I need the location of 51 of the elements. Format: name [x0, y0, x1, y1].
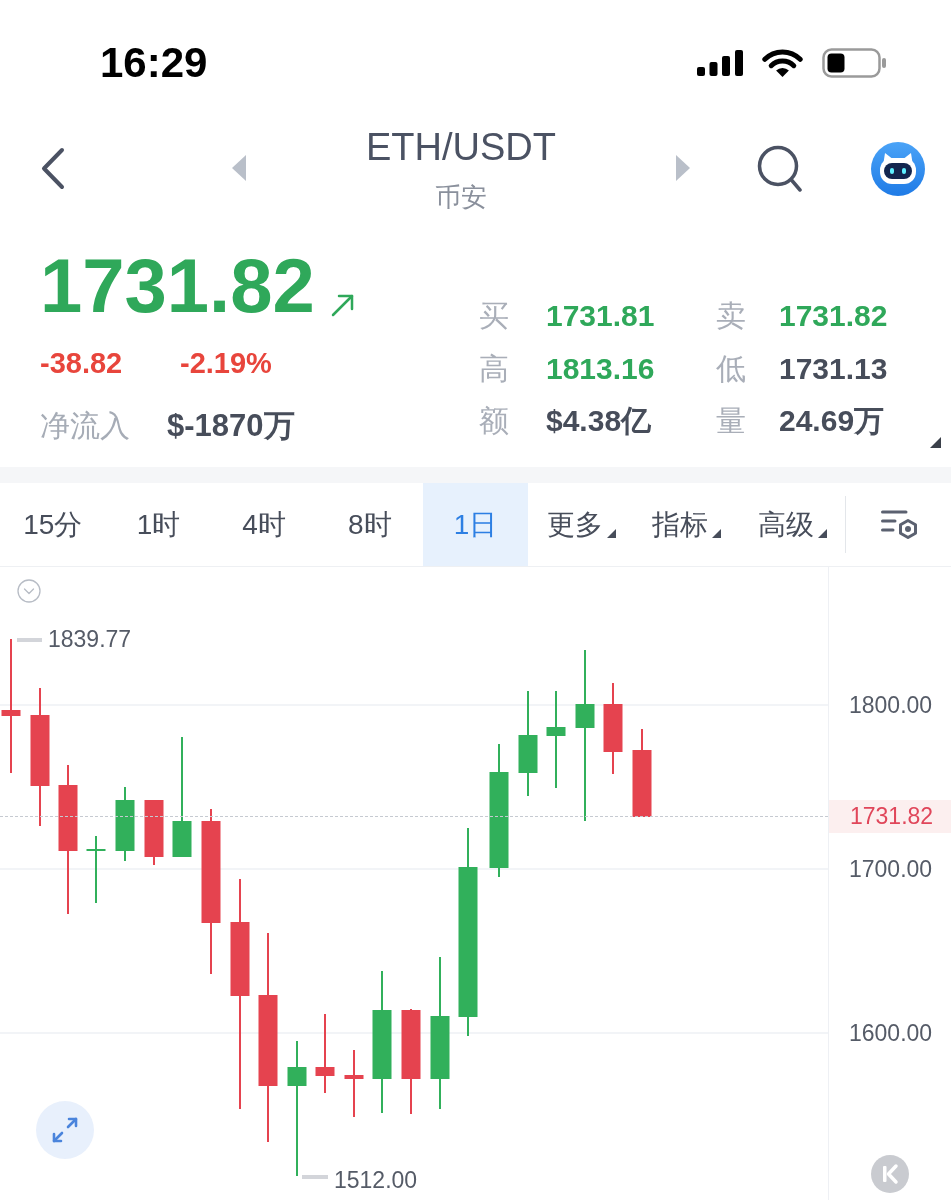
net-inflow-value: $-1870万 [167, 407, 295, 445]
stat-value: 1731.82 [779, 298, 888, 335]
clock-time: 16:29 [100, 38, 208, 88]
signal-icon [697, 50, 743, 76]
net-inflow-label: 净流入 [40, 408, 130, 444]
low-price-label: 1512.00 [334, 1166, 418, 1194]
stat-label: 额 [479, 403, 509, 440]
back-icon[interactable] [40, 147, 66, 190]
exchange-name: 币安 [435, 182, 487, 212]
battery-icon [822, 48, 886, 78]
arrow-up-right-icon [330, 293, 355, 317]
change-percent: -2.19% [180, 346, 272, 381]
expand-icon[interactable] [36, 1101, 94, 1159]
stat-label: 量 [716, 403, 746, 440]
menu-tab[interactable]: 更多 [528, 483, 634, 566]
interval-tab[interactable]: 8时 [317, 483, 423, 566]
pair-title: ETH/USDT [366, 125, 556, 169]
robot-icon[interactable] [871, 142, 925, 196]
menu-tab[interactable]: 指标 [634, 483, 740, 566]
stat-label: 买 [479, 298, 509, 335]
high-price-label: 1839.77 [48, 625, 132, 653]
stat-value: 24.69万 [779, 403, 885, 440]
settings-icon[interactable] [880, 509, 917, 540]
caret-icon [818, 529, 827, 538]
interval-tab[interactable]: 1日 [422, 483, 529, 566]
stat-value: 1731.13 [779, 350, 888, 387]
y-axis-label: 1800.00 [849, 691, 933, 719]
y-axis-label: 1600.00 [849, 1019, 933, 1047]
stat-value: 1731.81 [546, 298, 655, 335]
stat-label: 低 [716, 350, 746, 387]
wifi-icon [762, 48, 803, 78]
stat-label: 高 [479, 350, 509, 387]
stat-value: $4.38亿 [546, 403, 652, 440]
last-price-tag: 1731.82 [829, 800, 951, 833]
search-icon[interactable] [757, 145, 803, 192]
corner-triangle-icon[interactable] [930, 437, 941, 448]
stat-value: 1813.16 [546, 350, 655, 387]
caret-icon [606, 529, 616, 538]
candle [144, 799, 164, 866]
last-price: 1731.82 [40, 246, 315, 326]
interval-tab[interactable]: 1时 [105, 483, 212, 566]
price-change: -38.82 [40, 346, 123, 381]
candle [86, 835, 106, 904]
interval-tab[interactable]: 15分 [0, 483, 106, 566]
interval-tab[interactable]: 4时 [211, 483, 317, 566]
candle [344, 1049, 364, 1118]
skip-start-icon[interactable] [871, 1155, 909, 1193]
stat-label: 卖 [716, 298, 746, 335]
y-axis-label: 1700.00 [849, 855, 933, 883]
menu-tab[interactable]: 高级 [739, 483, 846, 566]
caret-icon [712, 529, 722, 538]
